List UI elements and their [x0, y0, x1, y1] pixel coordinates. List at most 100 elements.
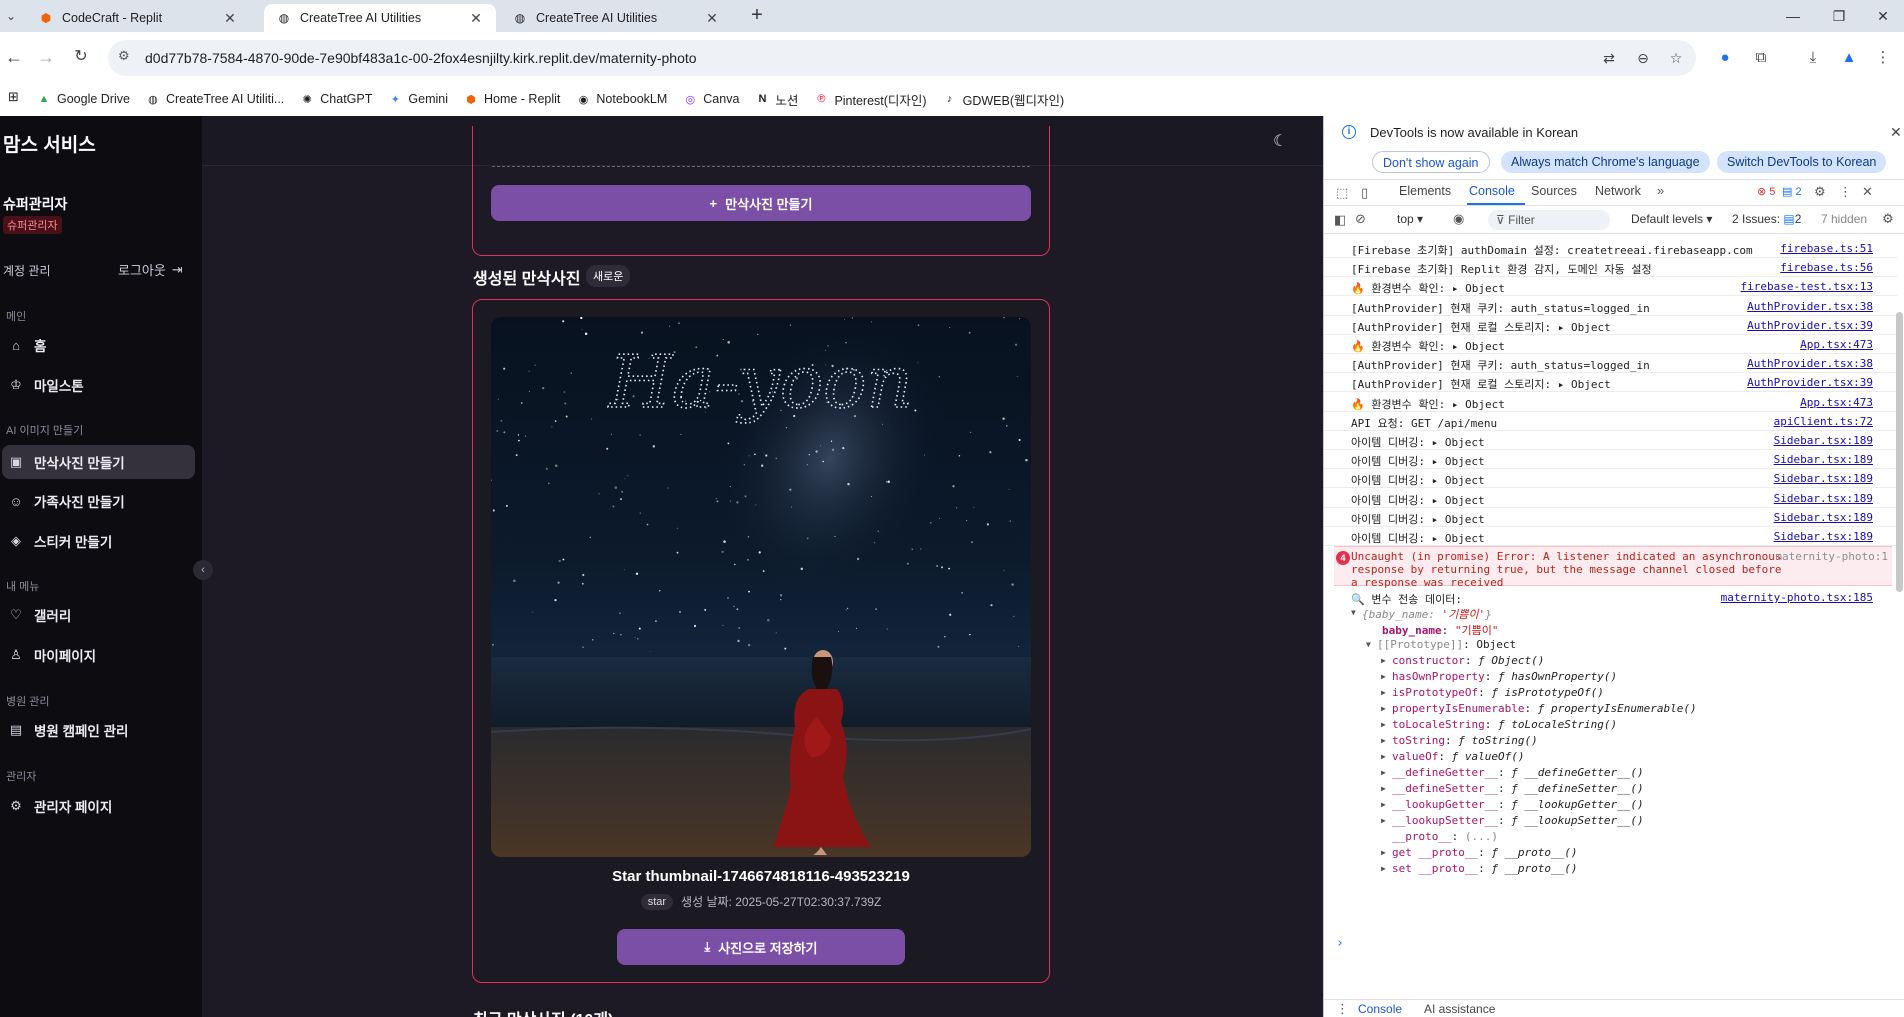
context-select[interactable]: top ▾ [1397, 212, 1423, 226]
device-toolbar-icon[interactable]: ▯ [1361, 185, 1368, 201]
bookmark-gemini[interactable]: ✦ Gemini [381, 86, 455, 112]
translate-icon[interactable]: ⇄ [1598, 47, 1620, 69]
bookmark-gdweb[interactable]: ♪ GDWEB(웹디자인) [936, 86, 1072, 112]
log-source-link[interactable]: AuthProvider.tsx:38 [1747, 300, 1873, 313]
account-manage-link[interactable]: 계정 관리 [3, 262, 51, 279]
drawer-menu-icon[interactable]: ⋮ [1336, 1001, 1349, 1017]
close-icon[interactable]: ✕ [468, 10, 484, 27]
bookmark-star-icon[interactable]: ☆ [1665, 47, 1687, 69]
error-source[interactable]: maternity-photo:1 [1775, 550, 1888, 563]
bookmark-createtree[interactable]: ◍ CreateTree AI Utiliti... [139, 86, 291, 112]
prototype-member-row[interactable]: ▶ toLocaleString: ƒ toLocaleString() [1324, 718, 1897, 731]
log-source-link[interactable]: apiClient.ts:72 [1774, 415, 1873, 428]
console-prompt[interactable]: › [1336, 936, 1344, 951]
bookmark-notion[interactable]: N 노션 [748, 86, 805, 112]
generated-photo[interactable]: Ha-yoon [491, 317, 1031, 857]
moon-icon[interactable]: ☾ [1273, 131, 1287, 151]
menu-kebab-icon[interactable]: ⋮ [1872, 47, 1894, 69]
console-filter-input[interactable]: ⊽ Filter [1488, 210, 1610, 230]
clear-console-icon[interactable]: ⊘ [1355, 211, 1366, 227]
window-close-icon[interactable]: ✕ [1860, 0, 1904, 32]
prototype-member-row[interactable]: ▶ valueOf: ƒ valueOf() [1324, 750, 1897, 763]
close-icon[interactable]: ✕ [222, 10, 238, 27]
log-source-link[interactable]: App.tsx:473 [1800, 396, 1873, 409]
prototype-member-row[interactable]: ▶ hasOwnProperty: ƒ hasOwnProperty() [1324, 670, 1897, 683]
object-summary-row[interactable]: ▼ {baby_name: '기쁨이'} [1324, 606, 1897, 621]
devtools-menu-icon[interactable]: ⋮ [1839, 184, 1852, 200]
message-count-badge[interactable]: ▤ 2 [1782, 185, 1802, 198]
dont-show-again-button[interactable]: Don't show again [1372, 151, 1490, 173]
console-settings-icon[interactable]: ⚙ [1882, 211, 1894, 227]
make-maternity-photo-button[interactable]: + 만삭사진 만들기 [491, 185, 1031, 221]
sidebar-item-family[interactable]: ☺ 가족사진 만들기 [2, 484, 195, 518]
switch-korean-button[interactable]: Switch DevTools to Korean [1717, 151, 1887, 173]
bookmark-pinterest[interactable]: ℗ Pinterest(디자인) [807, 86, 933, 112]
prototype-member-row[interactable]: ▶ propertyIsEnumerable: ƒ propertyIsEnume… [1324, 702, 1897, 715]
settings-gear-icon[interactable]: ⚙ [1814, 184, 1826, 200]
tab-console[interactable]: Console [1469, 184, 1515, 198]
prototype-member-row[interactable]: ▶ __lookupSetter__: ƒ __lookupSetter__() [1324, 814, 1897, 827]
bookmark-notebooklm[interactable]: ◉ NotebookLM [569, 86, 674, 112]
tab-sources[interactable]: Sources [1531, 184, 1577, 198]
log-levels-select[interactable]: Default levels ▾ [1631, 212, 1712, 226]
sidebar-item-maternity[interactable]: ▣ 만삭사진 만들기 [2, 445, 195, 479]
sidebar-item-gallery[interactable]: ♡ 갤러리 [2, 598, 195, 632]
log-source-link[interactable]: firebase-test.tsx:13 [1741, 280, 1873, 293]
close-icon[interactable]: ✕ [1890, 124, 1902, 141]
forward-icon[interactable]: → [32, 45, 60, 69]
apps-grid-icon[interactable]: ⊞ [8, 89, 28, 109]
reload-icon[interactable]: ↻ [67, 45, 95, 69]
var-log-source[interactable]: maternity-photo.tsx:185 [1721, 591, 1873, 604]
tab-network[interactable]: Network [1595, 184, 1641, 198]
eye-icon[interactable]: ◉ [1453, 211, 1464, 227]
prototype-member-row[interactable]: ▶ constructor: ƒ Object() [1324, 654, 1897, 667]
tab-createtree[interactable]: ◍ CreateTree AI Utilities ✕ [500, 4, 732, 32]
bookmark-canva[interactable]: ◎ Canva [676, 86, 746, 112]
devtools-close-icon[interactable]: ✕ [1862, 184, 1873, 200]
profile-icon[interactable]: ▲ [1838, 47, 1860, 69]
log-source-link[interactable]: Sidebar.tsx:189 [1774, 530, 1873, 543]
sidebar-item-mypage[interactable]: ♙ 마이페이지 [2, 638, 195, 672]
drawer-tab-console[interactable]: Console [1358, 1002, 1402, 1016]
sidebar-toggle-icon[interactable]: ◧ [1334, 212, 1346, 228]
log-source-link[interactable]: Sidebar.tsx:189 [1774, 472, 1873, 485]
close-icon[interactable]: ✕ [704, 10, 720, 27]
tab-createtree-active[interactable]: ◍ CreateTree AI Utilities ✕ [264, 4, 496, 32]
console-error-row[interactable]: 4 Uncaught (in promise) Error: A listene… [1334, 546, 1892, 589]
minimize-icon[interactable]: — [1770, 0, 1816, 32]
match-language-button[interactable]: Always match Chrome's language [1501, 151, 1710, 173]
prototype-member-row[interactable]: ▶ __defineGetter__: ƒ __defineGetter__() [1324, 766, 1897, 779]
bookmark-chatgpt[interactable]: ✺ ChatGPT [293, 86, 379, 112]
zoom-icon[interactable]: ⊖ [1632, 47, 1654, 69]
tab-search-icon[interactable]: ⌄ [0, 6, 22, 26]
sidebar-item-home[interactable]: ⌂ 홈 [2, 328, 195, 362]
sidebar-item-milestone[interactable]: ♔ 마일스톤 [2, 368, 195, 402]
setter-row[interactable]: ▶ set __proto__: ƒ __proto__() [1324, 862, 1897, 875]
extension-icon[interactable]: ● [1714, 47, 1736, 69]
bookmark-google-drive[interactable]: ▲ Google Drive [30, 86, 137, 112]
sidebar-collapse-button[interactable]: ‹ [193, 560, 213, 580]
prototype-member-row[interactable]: ▶ __defineSetter__: ƒ __defineSetter__() [1324, 782, 1897, 795]
inspect-element-icon[interactable]: ⬚ [1336, 185, 1348, 201]
more-tabs-icon[interactable]: » [1657, 183, 1664, 198]
logout-button[interactable]: 로그아웃 ⇥ [118, 260, 183, 279]
log-source-link[interactable]: App.tsx:473 [1800, 338, 1873, 351]
log-source-link[interactable]: firebase.ts:51 [1780, 242, 1873, 255]
save-photo-button[interactable]: ⤓ 사진으로 저장하기 [617, 929, 905, 965]
log-source-link[interactable]: firebase.ts:56 [1780, 261, 1873, 274]
restore-icon[interactable]: ❐ [1816, 0, 1862, 32]
sidebar-item-sticker[interactable]: ◈ 스티커 만들기 [2, 524, 195, 558]
sidebar-item-admin-page[interactable]: ⚙ 관리자 페이지 [2, 789, 195, 823]
log-source-link[interactable]: Sidebar.tsx:189 [1774, 453, 1873, 466]
bookmark-replit[interactable]: ⬢ Home - Replit [457, 86, 567, 112]
log-source-link[interactable]: Sidebar.tsx:189 [1774, 492, 1873, 505]
download-icon[interactable]: ⤓ [1802, 47, 1824, 69]
log-source-link[interactable]: Sidebar.tsx:189 [1774, 434, 1873, 447]
site-settings-icon[interactable]: ⚙ [118, 48, 130, 64]
back-icon[interactable]: ← [0, 45, 28, 69]
log-source-link[interactable]: AuthProvider.tsx:38 [1747, 357, 1873, 370]
new-tab-button[interactable]: + [745, 4, 769, 28]
drawer-tab-ai-assistance[interactable]: AI assistance [1424, 1002, 1495, 1016]
getter-row[interactable]: ▶ get __proto__: ƒ __proto__() [1324, 846, 1897, 859]
sidebar-item-campaign[interactable]: ▤ 병원 캠페인 관리 [2, 713, 195, 747]
